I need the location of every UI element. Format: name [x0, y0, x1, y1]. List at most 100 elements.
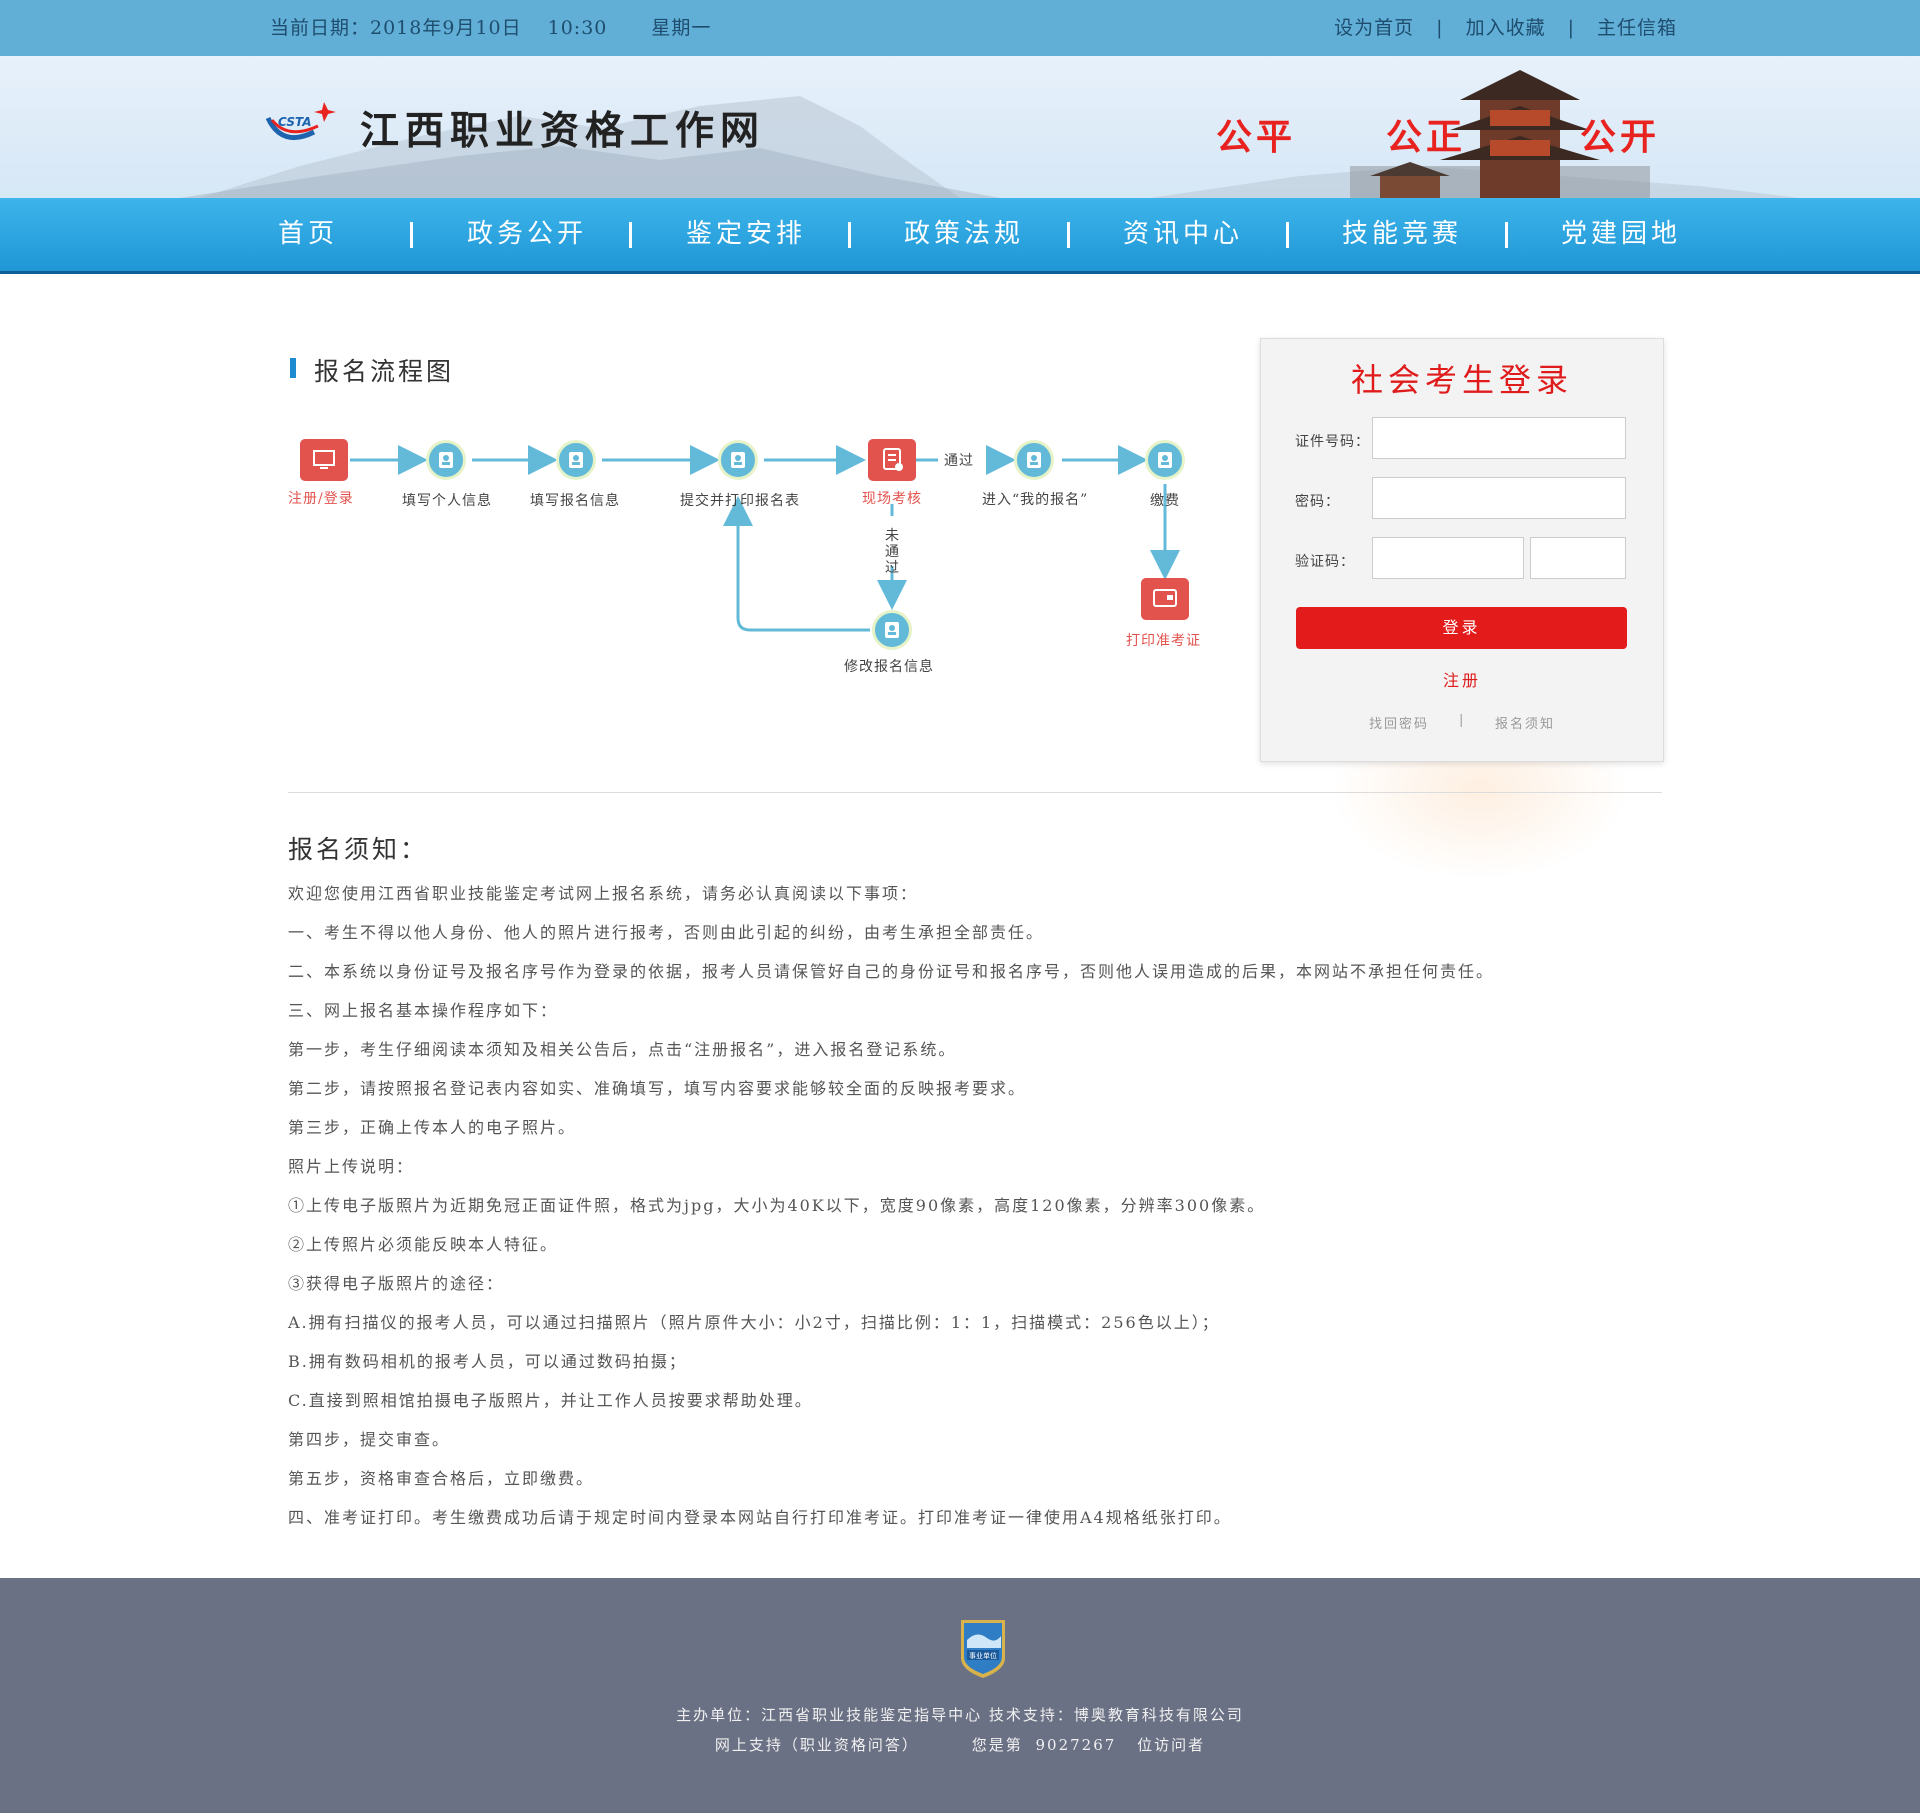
notice-line: 一、考生不得以他人身份、他人的照片进行报考，否则由此引起的纠纷，由考生承担全部责…: [288, 923, 1045, 942]
submit-print-step-label: 提交并打印报名表: [680, 493, 800, 509]
signup-info-step-label: 填写报名信息: [530, 493, 620, 509]
modify-step-icon: [872, 610, 912, 650]
notice-line: 四、准考证打印。考生缴费成功后请于规定时间内登录本网站自行打印准考证。打印准考证…: [288, 1508, 1232, 1527]
nav-policy[interactable]: 政策法规: [904, 198, 1024, 270]
password-input[interactable]: [1372, 477, 1626, 519]
notice-line: 二、本系统以身份证号及报名序号作为登录的依据，报考人员请保管好自己的身份证号和报…: [288, 962, 1495, 981]
footer-stats: 网上支持（职业资格问答） 您是第 9027267 位访问者: [0, 1734, 1920, 1755]
flow-title: 报名流程图: [314, 357, 455, 386]
main-nav: 首页 政务公开 鉴定安排 政策法规 资讯中心 技能竞赛 党建园地: [0, 198, 1920, 274]
current-date: 当前日期：2018年9月10日 10:30 星期一: [270, 0, 737, 56]
nav-divider: [1286, 222, 1289, 248]
fail-label-char: 未: [885, 528, 900, 544]
nav-divider: [629, 222, 632, 248]
set-homepage-link[interactable]: 设为首页: [1334, 17, 1414, 39]
public-institution-badge-icon[interactable]: 事业单位: [957, 1616, 1009, 1680]
director-mailbox-link[interactable]: 主任信箱: [1597, 17, 1677, 39]
online-support-link[interactable]: 网上支持（职业资格问答）: [715, 1736, 919, 1754]
signup-notice-link[interactable]: 报名须知: [1495, 713, 1555, 732]
id-number-label: 证件号码：: [1295, 434, 1370, 450]
register-link[interactable]: 注册: [1261, 667, 1663, 691]
section-divider: [288, 792, 1662, 793]
footer-organizer: 主办单位：江西省职业技能鉴定指导中心 技术支持：博奥教育科技有限公司: [676, 1706, 1244, 1724]
svg-text:CSTA: CSTA: [278, 115, 312, 129]
nav-competition[interactable]: 技能竞赛: [1342, 198, 1462, 270]
forgot-password-link[interactable]: 找回密码: [1369, 713, 1429, 732]
print-ticket-step-label: 打印准考证: [1126, 633, 1201, 649]
slogan-just: 公正: [1386, 117, 1467, 158]
time-text: 10:30: [547, 17, 608, 39]
nav-divider: [1067, 222, 1070, 248]
submit-print-step-icon: [718, 440, 758, 480]
weekday-text: 星期一: [651, 17, 712, 39]
personal-info-step-icon: [426, 440, 466, 480]
top-separator: |: [1436, 17, 1444, 39]
top-separator: |: [1567, 17, 1575, 39]
login-title: 社会考生登录: [1350, 361, 1573, 399]
notice-line: B.拥有数码相机的报考人员，可以通过数码拍摄；: [288, 1352, 687, 1371]
id-number-input[interactable]: [1372, 417, 1626, 459]
register-step-label: 注册/登录: [288, 491, 354, 507]
notice-line: C.直接到照相馆拍摄电子版照片，并让工作人员按要求帮助处理。: [288, 1391, 813, 1410]
nav-divider: [848, 222, 851, 248]
footer: 事业单位 主办单位：江西省职业技能鉴定指导中心 技术支持：博奥教育科技有限公司 …: [0, 1578, 1920, 1813]
svg-text:事业单位: 事业单位: [969, 1651, 997, 1660]
notice-line: 第三步，正确上传本人的电子照片。: [288, 1118, 577, 1137]
onsite-review-step-label: 现场考核: [862, 491, 922, 507]
visitor-prefix: 您是第: [971, 1736, 1023, 1754]
notice-line: ③获得电子版照片的途径：: [288, 1274, 505, 1293]
my-signup-step-label: 进入“我的报名”: [982, 492, 1089, 508]
login-panel: 社会考生登录 证件号码： 密码： 验证码： 登录 注册 找回密码 | 报名须知: [1260, 338, 1664, 762]
onsite-review-step-icon: [868, 439, 916, 481]
slogan-fair: 公平: [1216, 117, 1297, 158]
nav-appraisal[interactable]: 鉴定安排: [686, 198, 806, 270]
notice-line: 欢迎您使用江西省职业技能鉴定考试网上报名系统，请务必认真阅读以下事项：: [288, 884, 919, 903]
login-button[interactable]: 登录: [1296, 607, 1627, 649]
notice-line: 第四步，提交审查。: [288, 1430, 451, 1449]
nav-divider: [410, 222, 413, 248]
nav-divider: [1505, 222, 1508, 248]
notice-line: A.拥有扫描仪的报考人员，可以通过扫描照片（照片原件大小：小2寸，扫描比例：1：…: [288, 1313, 1220, 1332]
password-label: 密码：: [1295, 494, 1340, 510]
fail-label-char: 通: [885, 544, 900, 560]
captcha-image[interactable]: [1530, 537, 1626, 579]
pay-step-label: 缴费: [1150, 493, 1180, 509]
captcha-label: 验证码：: [1295, 554, 1355, 570]
signup-info-step-icon: [556, 440, 596, 480]
slogan-open: 公开: [1580, 117, 1661, 158]
notice-line: 三、网上报名基本操作程序如下：: [288, 1001, 559, 1020]
notice-line: 第一步，考生仔细阅读本须知及相关公告后，点击“注册报名”，进入报名登记系统。: [288, 1040, 957, 1059]
notice-line: 照片上传说明：: [288, 1157, 415, 1176]
visitor-suffix: 位访问者: [1137, 1736, 1206, 1754]
section-marker: [290, 358, 296, 378]
notice-line: ①上传电子版照片为近期免冠正面证件照，格式为jpg，大小为40K以下，宽度90像…: [288, 1196, 1266, 1215]
visitor-count: 9027267: [1035, 1736, 1117, 1754]
fail-label: 未 通 过: [885, 528, 900, 576]
notice-line: 第五步，资格审查合格后，立即缴费。: [288, 1469, 595, 1488]
nav-news[interactable]: 资讯中心: [1123, 198, 1243, 270]
fail-label-char: 过: [885, 560, 900, 576]
nav-party[interactable]: 党建园地: [1561, 198, 1681, 270]
register-step-icon: [300, 439, 348, 481]
notice-title: 报名须知：: [288, 835, 429, 864]
nav-government[interactable]: 政务公开: [467, 198, 587, 270]
header-banner: CSTA 江西职业资格工作网 公平 公正 公开: [0, 56, 1920, 198]
pay-step-icon: [1145, 440, 1185, 480]
date-text: 当前日期：2018年9月10日: [270, 17, 522, 39]
site-name: 江西职业资格工作网: [360, 108, 766, 154]
personal-info-step-label: 填写个人信息: [402, 493, 492, 509]
pass-label: 通过: [944, 453, 974, 469]
modify-step-label: 修改报名信息: [844, 659, 934, 675]
notice-body: 欢迎您使用江西省职业技能鉴定考试网上报名系统，请务必认真阅读以下事项： 一、考生…: [288, 880, 1668, 1543]
notice-line: ②上传照片必须能反映本人特征。: [288, 1235, 559, 1254]
top-links: 设为首页 | 加入收藏 | 主任信箱: [1334, 0, 1677, 56]
my-signup-step-icon: [1014, 440, 1054, 480]
signup-flowchart: 注册/登录 填写个人信息 填写报名信息 提交并打印报名表 现场考核 通过 未 通…: [270, 420, 1230, 700]
notice-line: 第二步，请按照报名登记表内容如实、准确填写，填写内容要求能够较全面的反映报考要求…: [288, 1079, 1027, 1098]
add-favorite-link[interactable]: 加入收藏: [1466, 17, 1546, 39]
captcha-input[interactable]: [1372, 537, 1524, 579]
print-ticket-step-icon: [1141, 578, 1189, 620]
nav-home[interactable]: 首页: [278, 198, 338, 270]
site-logo: CSTA: [265, 102, 336, 141]
login-link-separator: |: [1459, 713, 1466, 728]
